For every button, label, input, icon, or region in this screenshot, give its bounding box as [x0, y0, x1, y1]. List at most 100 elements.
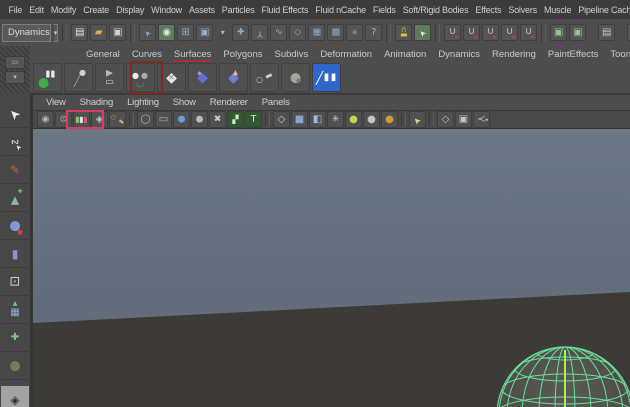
rotate-tool-icon[interactable]: ● ■	[1, 212, 29, 240]
lock-selection-icon[interactable]: ∩ ▬	[395, 24, 413, 41]
shelf-tab-surfaces[interactable]: Surfaces	[168, 48, 218, 62]
mask-dynamics-icon[interactable]: ▩	[327, 24, 345, 41]
checker-sphere-icon[interactable]: ✳	[327, 111, 344, 128]
key-icon[interactable]: ○ ▬	[109, 111, 126, 128]
resolution-gate-icon[interactable]: ▭	[155, 111, 172, 128]
wireframe-mode-icon[interactable]: ◇	[273, 111, 290, 128]
menu-item-fluid-ncache[interactable]: Fluid nCache	[312, 5, 370, 15]
shelf-tab-dynamics[interactable]: Dynamics	[432, 48, 486, 61]
flat-sphere-icon[interactable]: ●	[191, 111, 208, 128]
frame-marker-icon[interactable]: ▞	[227, 111, 244, 128]
asset-mode-icon[interactable]: ▣	[196, 24, 214, 41]
menu-set-dropdown[interactable]: Dynamics	[2, 23, 51, 42]
menu-item-pipeline-cache[interactable]: Pipeline Cache	[575, 5, 630, 15]
paint-select-tool-icon[interactable]: ✎	[1, 156, 29, 184]
text-hud-icon[interactable]: T	[245, 111, 262, 128]
shelf-tab-polygons[interactable]: Polygons	[217, 48, 268, 61]
lasso-tool-icon[interactable]: ∿ ➤	[1, 128, 29, 156]
panel-menu-panels[interactable]: Panels	[255, 97, 297, 108]
shelf-tab-rendering[interactable]: Rendering	[486, 48, 542, 61]
xray-icon[interactable]: ✖	[209, 111, 226, 128]
panel-menu-show[interactable]: Show	[166, 97, 203, 108]
select-camera-icon[interactable]: ◉	[37, 111, 54, 128]
component-mode-icon[interactable]: ⊞	[177, 24, 195, 41]
menu-item-window[interactable]: Window	[148, 5, 186, 15]
solid-shatter-icon[interactable]: ◆ ◆	[188, 63, 217, 92]
highlight-selection-icon[interactable]: ➤	[414, 24, 432, 41]
mask-curves-icon[interactable]: ∿	[270, 24, 288, 41]
film-gate-icon[interactable]: ◯	[137, 111, 154, 128]
object-mode-icon[interactable]: ◉	[158, 24, 176, 41]
shelf-tab-animation[interactable]: Animation	[378, 48, 432, 61]
shelf-planar-icon[interactable]: ▶ ▭	[95, 63, 124, 92]
mask-handles-icon[interactable]: ✚	[232, 24, 250, 41]
isolate-select-icon[interactable]: ➤	[409, 111, 426, 128]
new-scene-icon[interactable]: ▤	[71, 24, 89, 41]
shelf-key-icon[interactable]: ○ ▬	[250, 63, 279, 92]
menu-item-edit[interactable]: Edit	[26, 5, 48, 15]
share-icon[interactable]: ≺ ●	[473, 111, 490, 128]
shaded-mode-icon[interactable]: ■	[291, 111, 308, 128]
shelf-bowling-pins-icon[interactable]: ● ▮▮	[33, 63, 62, 92]
show-manipulator-icon[interactable]: ✚	[1, 324, 29, 352]
universal-manipulator-icon[interactable]: ⊡	[1, 268, 29, 296]
make-live-icon[interactable]: ∪ ●	[520, 24, 538, 41]
mask-deformations-icon[interactable]: ▦	[308, 24, 326, 41]
save-scene-icon[interactable]: ▣	[109, 24, 127, 41]
menu-item-solvers[interactable]: Solvers	[505, 5, 541, 15]
panel-menu-view[interactable]: View	[39, 97, 73, 108]
help-icon[interactable]: ?	[365, 24, 383, 41]
single-pane-layout-button[interactable]: ◈	[1, 386, 29, 407]
select-tool-icon[interactable]: ➤	[1, 100, 29, 128]
shelf-tab-deformation[interactable]: Deformation	[314, 48, 378, 61]
last-tool-icon[interactable]: ●	[1, 352, 29, 380]
construction-history-icon[interactable]: ▤	[598, 24, 616, 41]
menu-item-fluid-effects[interactable]: Fluid Effects	[258, 5, 312, 15]
all-lights-icon[interactable]: ●	[345, 111, 362, 128]
menu-item-particles[interactable]: Particles	[218, 5, 258, 15]
menu-item-effects[interactable]: Effects	[472, 5, 505, 15]
panel-menu-renderer[interactable]: Renderer	[203, 97, 255, 108]
shelf-menu-button[interactable]: ▭	[5, 55, 25, 69]
menu-item-display[interactable]: Display	[113, 5, 148, 15]
snap-curve-icon[interactable]: ∪ ●	[463, 24, 481, 41]
move-tool-icon[interactable]: ▲ ✚	[1, 184, 29, 212]
panel-menu-lighting[interactable]: Lighting	[120, 97, 166, 108]
shelf-joint-icon[interactable]: ╱ ●	[64, 63, 93, 92]
open-scene-icon[interactable]: ▰	[90, 24, 108, 41]
output-connections-icon[interactable]: ▣	[569, 24, 587, 41]
menu-item-fields[interactable]: Fields	[369, 5, 399, 15]
mask-joints-icon[interactable]: Y	[251, 24, 269, 41]
shelf-tab-general[interactable]: General	[80, 48, 126, 61]
menu-item-assets[interactable]: Assets	[185, 5, 218, 15]
menu-set-dropdown-arrow[interactable]: ▾	[52, 23, 59, 42]
shelf-paint-effects-icon[interactable]: ╱ ▮ ▮	[312, 63, 341, 92]
soft-mod-icon[interactable]: ▦ ▲	[1, 296, 29, 324]
mask-rendering-icon[interactable]: ✳	[346, 24, 364, 41]
no-lights-icon[interactable]: ●	[363, 111, 380, 128]
panel-menu-shading[interactable]: Shading	[73, 97, 120, 108]
shelf-tab-toon[interactable]: Toon	[604, 48, 630, 61]
menu-item-muscle[interactable]: Muscle	[540, 5, 574, 15]
hierarchy-mode-icon[interactable]: ➤	[139, 24, 157, 41]
scale-tool-icon[interactable]: ▮	[1, 240, 29, 268]
menu-item-soft-rigid-bodies[interactable]: Soft/Rigid Bodies	[399, 5, 472, 15]
snap-grid-icon[interactable]: ∪ ●	[444, 24, 462, 41]
snap-plane-icon[interactable]: ∪ ●	[501, 24, 519, 41]
selected-lights-icon[interactable]: ●	[381, 111, 398, 128]
pane-icon[interactable]: ▣	[455, 111, 472, 128]
shaded-sphere-icon[interactable]: ●	[173, 111, 190, 128]
menu-item-file[interactable]: File	[5, 5, 26, 15]
input-connections-icon[interactable]: ▣	[550, 24, 568, 41]
textured-mode-icon[interactable]: ◧	[309, 111, 326, 128]
viewport[interactable]	[33, 129, 630, 407]
shelf-tab-painteffects[interactable]: PaintEffects	[542, 48, 605, 61]
menu-item-modify[interactable]: Modify	[47, 5, 79, 15]
mask-surfaces-icon[interactable]: ◇	[289, 24, 307, 41]
shelf-tab-subdivs[interactable]: Subdivs	[269, 48, 315, 61]
shelf-tab-curves[interactable]: Curves	[126, 48, 168, 61]
menu-item-create[interactable]: Create	[80, 5, 113, 15]
shelf-tabs-menu-button[interactable]: ▾	[5, 70, 25, 84]
wire-cube-icon[interactable]: ◇	[437, 111, 454, 128]
collapse-arrow-icon[interactable]: ▾	[215, 25, 230, 40]
